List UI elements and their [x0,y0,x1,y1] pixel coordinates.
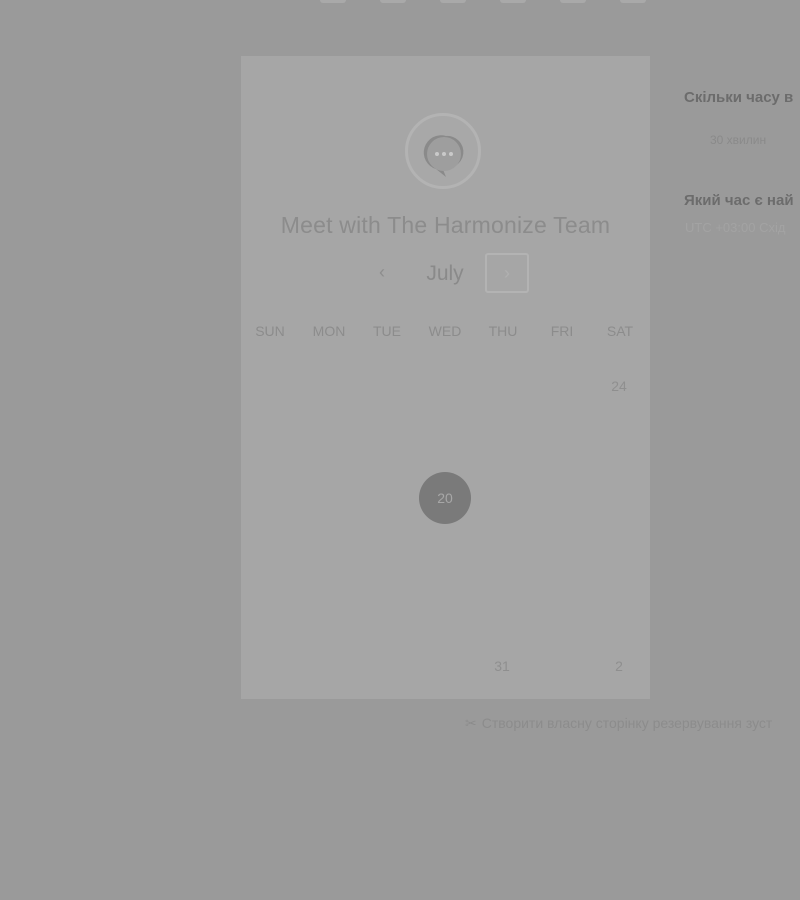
weekday-sat: SAT [606,323,634,339]
top-nav-item [560,0,586,3]
prev-month-button[interactable]: ‹ [369,259,395,285]
top-nav-item [320,0,346,3]
weekday-thu: THU [488,323,518,339]
top-nav-item [620,0,646,3]
weekday-mon: MON [312,323,346,339]
booking-page: Meet with The Harmonize Team ‹ July › SU… [0,0,800,900]
timezone-label[interactable]: UTC +03:00 Схід [685,220,785,235]
duration-option[interactable]: 30 хвилин [710,133,766,147]
chat-bubble-icon [405,113,481,189]
next-month-button[interactable]: › [485,253,529,293]
create-booking-page-text: Створити власну сторінку резервування зу… [481,715,773,731]
weekday-fri: FRI [550,323,574,339]
calendar-day[interactable]: 24 [604,378,634,394]
scissors-icon: ✂ [465,715,477,731]
calendar-card: Meet with The Harmonize Team ‹ July › SU… [241,56,650,699]
top-nav-placeholder [320,0,800,6]
event-title: Meet with The Harmonize Team [280,212,611,238]
weekday-wed: WED [428,323,462,339]
top-nav-item [440,0,466,3]
top-nav-item [500,0,526,3]
weekday-header: SUN MON TUE WED THU FRI SAT [241,323,650,343]
time-question: Який час є най [684,192,794,209]
calendar-day-selected[interactable]: 20 [419,472,471,524]
create-booking-page-link[interactable]: ✂ Створити власну сторінку резервування з… [465,715,772,732]
month-label: July [426,262,464,285]
weekday-sun: SUN [255,323,285,339]
duration-question: Скільки часу в [684,89,794,106]
calendar-day[interactable]: 2 [604,658,634,674]
weekday-tue: TUE [373,323,401,339]
calendar-day[interactable]: 31 [487,658,517,674]
top-nav-item [380,0,406,3]
